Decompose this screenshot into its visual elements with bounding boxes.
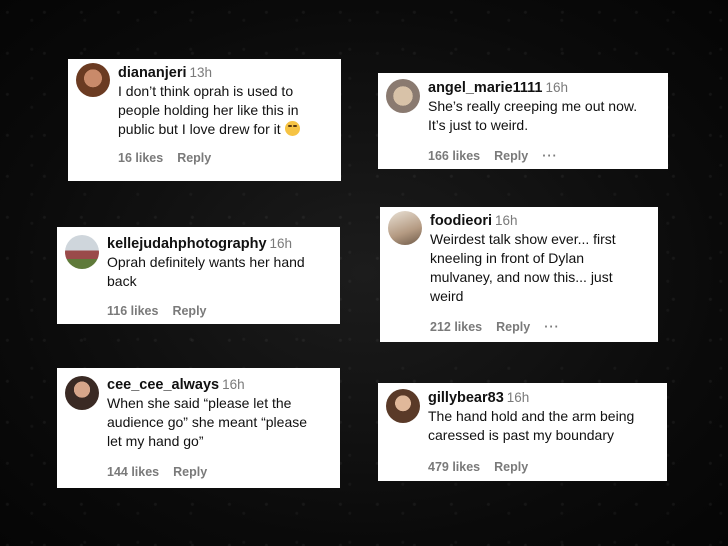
username[interactable]: diananjeri <box>118 65 187 81</box>
likes-count[interactable]: 479 likes <box>428 460 480 474</box>
comment-text: Weirdest talk show ever... first kneelin… <box>430 231 616 304</box>
avatar[interactable] <box>386 79 420 113</box>
comment-card-foodieori: foodieori 16h Weirdest talk show ever... … <box>380 207 658 342</box>
comment-card-gillybear83: gillybear83 16h The hand hold and the arm… <box>378 383 667 481</box>
comment-text: She’s really creeping me out now. It’s j… <box>428 98 638 133</box>
comment-text: When she said “please let the audience g… <box>107 395 308 449</box>
comment-card-diananjeri: diananjeri 13h I don’t think oprah is use… <box>68 59 341 181</box>
joy-emoji-icon <box>284 121 300 136</box>
avatar[interactable] <box>386 389 420 423</box>
more-options-icon[interactable]: ··· <box>542 149 558 163</box>
username[interactable]: foodieori <box>430 213 492 229</box>
likes-count[interactable]: 212 likes <box>430 320 482 334</box>
reply-button[interactable]: Reply <box>494 460 528 474</box>
timestamp: 16h <box>545 80 569 95</box>
comment-card-cee_cee_always: cee_cee_always 16h When she said “please … <box>57 368 340 488</box>
avatar[interactable] <box>65 235 99 269</box>
comment-card-angel_marie1111: angel_marie1111 16h She’s really creeping… <box>378 73 668 169</box>
timestamp: 13h <box>189 65 213 80</box>
reply-button[interactable]: Reply <box>494 149 528 163</box>
likes-count[interactable]: 116 likes <box>107 304 158 318</box>
comment-card-kellejudahphotography: kellejudahphotography 16h Oprah definitel… <box>57 227 340 324</box>
username[interactable]: kellejudahphotography <box>107 236 267 252</box>
timestamp: 16h <box>495 213 518 228</box>
comment-text: The hand hold and the arm being caressed… <box>428 408 635 443</box>
timestamp: 16h <box>222 377 245 392</box>
reply-button[interactable]: Reply <box>172 304 206 318</box>
comment-text: I don’t think oprah is used to people ho… <box>118 83 300 137</box>
username[interactable]: angel_marie1111 <box>428 80 543 96</box>
avatar[interactable] <box>65 376 99 410</box>
comment-text: Oprah definitely wants her hand back <box>107 254 305 289</box>
username[interactable]: cee_cee_always <box>107 377 219 393</box>
likes-count[interactable]: 166 likes <box>428 149 480 163</box>
timestamp: 16h <box>506 390 530 405</box>
avatar[interactable] <box>388 211 422 245</box>
likes-count[interactable]: 16 likes <box>118 151 163 165</box>
reply-button[interactable]: Reply <box>496 320 530 334</box>
timestamp: 16h <box>269 236 293 251</box>
more-options-icon[interactable]: ··· <box>544 320 560 334</box>
likes-count[interactable]: 144 likes <box>107 465 159 479</box>
reply-button[interactable]: Reply <box>177 151 211 165</box>
reply-button[interactable]: Reply <box>173 465 207 479</box>
avatar[interactable] <box>76 63 110 97</box>
username[interactable]: gillybear83 <box>428 390 504 406</box>
